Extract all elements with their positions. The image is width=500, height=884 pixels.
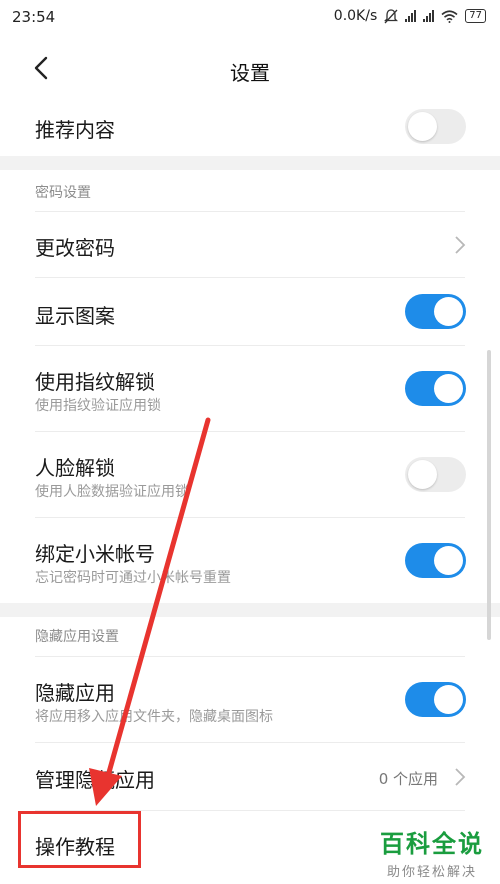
- chevron-right-icon: [455, 768, 466, 786]
- mi-account-description: 忘记密码时可通过小米帐号重置: [35, 570, 231, 586]
- section-title-hidden: 隐藏应用设置: [35, 629, 119, 645]
- signal-icon: [405, 10, 417, 22]
- hide-apps-row[interactable]: 隐藏应用 将应用移入应用文件夹，隐藏桌面图标: [0, 657, 500, 742]
- fingerprint-description: 使用指纹验证应用锁: [35, 398, 161, 414]
- change-password-row[interactable]: 更改密码: [0, 212, 500, 277]
- toggle-knob: [434, 685, 463, 714]
- recommend-card: 推荐内容: [0, 104, 500, 156]
- mi-account-label: 绑定小米帐号: [35, 542, 155, 566]
- app-header: 设置: [0, 34, 500, 104]
- fingerprint-label: 使用指纹解锁: [35, 370, 155, 394]
- wifi-icon: [441, 9, 458, 23]
- password-settings-card: 密码设置 更改密码 显示图案 使用指纹解锁 使用指纹验证应用锁 人脸解锁 使用人…: [0, 170, 500, 603]
- chevron-right-icon: [455, 236, 466, 254]
- fingerprint-toggle[interactable]: [405, 371, 466, 406]
- bell-muted-icon: [384, 8, 399, 23]
- hidden-app-count: 0 个应用: [378, 770, 438, 788]
- battery-icon: 77: [465, 9, 486, 23]
- recommend-row[interactable]: 推荐内容: [0, 104, 500, 156]
- signal-icon: [423, 10, 435, 22]
- watermark-subtitle: 助你轻松解决: [386, 865, 477, 880]
- mi-account-toggle[interactable]: [405, 543, 466, 578]
- toggle-knob: [434, 374, 463, 403]
- section-title-password: 密码设置: [35, 185, 91, 201]
- face-unlock-label: 人脸解锁: [35, 456, 115, 480]
- recommend-label: 推荐内容: [35, 118, 115, 142]
- manage-hidden-row[interactable]: 管理隐藏应用 0 个应用: [0, 743, 500, 810]
- manage-hidden-label: 管理隐藏应用: [35, 768, 155, 792]
- toggle-knob: [408, 460, 437, 489]
- face-unlock-description: 使用人脸数据验证应用锁: [35, 484, 189, 500]
- face-unlock-row[interactable]: 人脸解锁 使用人脸数据验证应用锁: [0, 432, 500, 517]
- status-time: 23:54: [12, 8, 56, 26]
- show-pattern-label: 显示图案: [35, 304, 115, 328]
- status-bar: 23:54 0.0K/s 77: [0, 0, 500, 34]
- show-pattern-toggle[interactable]: [405, 294, 466, 329]
- network-speed: 0.0K/s: [333, 8, 378, 24]
- toggle-knob: [434, 546, 463, 575]
- recommend-toggle[interactable]: [405, 109, 466, 144]
- highlight-box: [18, 811, 141, 868]
- face-unlock-toggle[interactable]: [405, 457, 466, 492]
- hide-apps-label: 隐藏应用: [35, 681, 115, 705]
- change-password-label: 更改密码: [35, 236, 115, 260]
- toggle-knob: [408, 112, 437, 141]
- mi-account-row[interactable]: 绑定小米帐号 忘记密码时可通过小米帐号重置: [0, 518, 500, 603]
- watermark-logo: 百科全说 助你轻松解决: [380, 824, 484, 880]
- show-pattern-row[interactable]: 显示图案: [0, 278, 500, 345]
- scrollbar[interactable]: [487, 350, 491, 640]
- page-title: 设置: [230, 61, 270, 85]
- toggle-knob: [434, 297, 463, 326]
- fingerprint-row[interactable]: 使用指纹解锁 使用指纹验证应用锁: [0, 346, 500, 431]
- status-icons: 0.0K/s 77: [334, 8, 486, 24]
- hide-apps-description: 将应用移入应用文件夹，隐藏桌面图标: [35, 709, 273, 725]
- hide-apps-toggle[interactable]: [405, 682, 466, 717]
- watermark-title: 百科全说: [380, 830, 484, 858]
